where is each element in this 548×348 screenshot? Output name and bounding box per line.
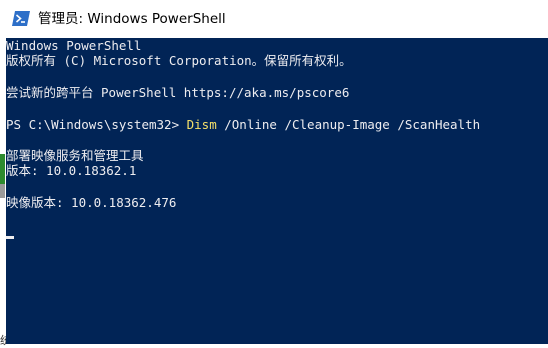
console-line-header: Windows PowerShell (6, 38, 142, 53)
console-line-image-version: 映像版本: 10.0.18362.476 (6, 195, 177, 210)
command-keyword: Dism (186, 117, 217, 132)
title-bar[interactable]: 管理员: Windows PowerShell (0, 0, 548, 38)
console-area[interactable]: Windows PowerShell 版权所有 (C) Microsoft Co… (6, 38, 548, 344)
powershell-icon (12, 11, 30, 26)
console-line-pscore-hint: 尝试新的跨平台 PowerShell https://aka.ms/pscore… (6, 85, 350, 100)
window-title: 管理员: Windows PowerShell (38, 11, 226, 27)
console-prompt: PS C:\Windows\system32> (6, 117, 187, 132)
console-line-command: PS C:\Windows\system32> Dism /Online /Cl… (6, 117, 480, 132)
text-cursor (6, 236, 14, 239)
background-window-highlight (0, 154, 5, 184)
console-line-dism-version: 版本: 10.0.18362.1 (6, 163, 137, 178)
console-line-copyright: 版权所有 (C) Microsoft Corporation。保留所有权利。 (6, 53, 352, 68)
powershell-window: 管理员: Windows PowerShell 统 Windows PowerS… (0, 0, 548, 347)
console-line-dism-name: 部署映像服务和管理工具 (6, 148, 144, 163)
background-window-item (0, 184, 5, 198)
command-args: /Online /Cleanup-Image /ScanHealth (216, 117, 481, 132)
